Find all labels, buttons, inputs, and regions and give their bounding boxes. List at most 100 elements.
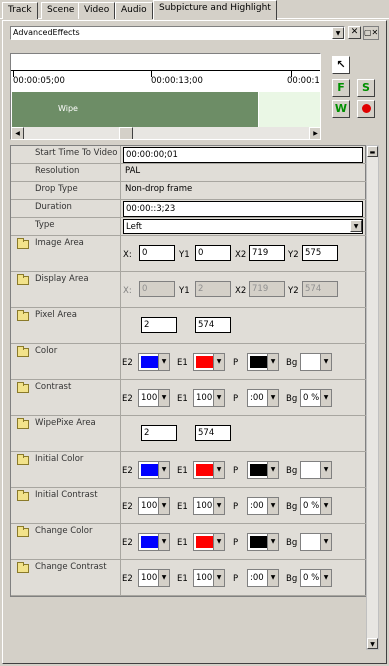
pixel-area-input-2[interactable]: 574: [195, 317, 231, 333]
chevron-down-icon[interactable]: ▼: [320, 354, 331, 370]
chevron-down-icon[interactable]: ▼: [213, 570, 224, 586]
chevron-down-icon[interactable]: ▼: [267, 354, 278, 370]
e2-color-picker[interactable]: ▼: [138, 461, 170, 479]
e1-color-picker[interactable]: ▼: [193, 353, 225, 371]
wipe-area-input-1[interactable]: 2: [141, 425, 177, 441]
e2-contrast-select[interactable]: 100 ▼: [138, 389, 170, 407]
chevron-down-icon[interactable]: ▼: [267, 570, 278, 586]
e2-contrast-select[interactable]: 100 ▼: [138, 497, 170, 515]
folder-icon[interactable]: [17, 490, 29, 501]
chevron-down-icon[interactable]: ▼: [158, 498, 169, 514]
scroll-up-icon[interactable]: ▬: [367, 146, 378, 157]
folder-icon[interactable]: [17, 526, 29, 537]
tab-scene[interactable]: Scene: [41, 2, 81, 19]
scroll-right-icon[interactable]: ▶: [309, 127, 320, 139]
pointer-tool-icon[interactable]: ↖: [332, 56, 350, 74]
e1-contrast-select[interactable]: 100 ▼: [193, 569, 225, 587]
chevron-down-icon[interactable]: ▼: [158, 570, 169, 586]
folder-icon[interactable]: [17, 562, 29, 573]
chevron-down-icon[interactable]: ▼: [213, 498, 224, 514]
bg-color-picker[interactable]: ▼: [300, 461, 332, 479]
chevron-down-icon[interactable]: ▼: [320, 462, 331, 478]
close-button[interactable]: ▢✕: [363, 26, 379, 40]
folder-icon[interactable]: [17, 274, 29, 285]
time-label: 00:00:05;00: [13, 76, 65, 86]
wipe-clip[interactable]: Wipe: [12, 92, 258, 127]
e1-color-picker[interactable]: ▼: [193, 461, 225, 479]
display-y1-input[interactable]: 2: [195, 281, 231, 297]
chevron-down-icon[interactable]: ▼: [267, 390, 278, 406]
scroll-left-icon[interactable]: ◀: [11, 127, 24, 139]
tab-audio[interactable]: Audio: [115, 2, 153, 19]
chevron-down-icon[interactable]: ▼: [320, 534, 331, 550]
s-tool-button[interactable]: S: [357, 79, 375, 97]
display-y2-input[interactable]: 574: [302, 281, 338, 297]
chevron-down-icon[interactable]: ▼: [213, 462, 224, 478]
chevron-down-icon[interactable]: ▼: [213, 390, 224, 406]
bg-color-picker[interactable]: ▼: [300, 353, 332, 371]
e2-color-picker[interactable]: ▼: [138, 533, 170, 551]
folder-icon[interactable]: [17, 346, 29, 357]
folder-icon[interactable]: [17, 418, 29, 429]
scroll-down-icon[interactable]: ▼: [367, 638, 378, 649]
effect-select[interactable]: AdvancedEffects ▼: [10, 26, 345, 40]
bg-contrast-select[interactable]: 0 % ▼: [300, 389, 332, 407]
chevron-down-icon[interactable]: ▼: [213, 534, 224, 550]
p-color-picker[interactable]: ▼: [247, 461, 279, 479]
chevron-down-icon[interactable]: ▼: [267, 534, 278, 550]
chevron-down-icon[interactable]: ▼: [320, 570, 331, 586]
bg-label: Bg: [286, 502, 298, 512]
row-initial-color: Initial Color E2 ▼ E1 ▼ P ▼ Bg ▼: [11, 452, 367, 488]
p-contrast-select[interactable]: :00 ▼: [247, 569, 279, 587]
record-icon[interactable]: [357, 100, 375, 118]
chevron-down-icon[interactable]: ▼: [320, 390, 331, 406]
folder-icon[interactable]: [17, 310, 29, 321]
duration-field[interactable]: 00:00::3;23: [123, 201, 363, 217]
timeline[interactable]: 00:00:05;00 00:00:13;00 00:00:1 Wipe ◀ ▶: [10, 53, 321, 140]
image-x-input[interactable]: 0: [139, 245, 175, 261]
e1-contrast-select[interactable]: 100 ▼: [193, 497, 225, 515]
e2-contrast-select[interactable]: 100 ▼: [138, 569, 170, 587]
bg-color-picker[interactable]: ▼: [300, 533, 332, 551]
tab-video[interactable]: Video: [78, 2, 116, 19]
bg-contrast-select[interactable]: 0 % ▼: [300, 569, 332, 587]
e1-color-picker[interactable]: ▼: [193, 533, 225, 551]
chevron-down-icon[interactable]: ▼: [158, 354, 169, 370]
image-x2-input[interactable]: 719: [249, 245, 285, 261]
chevron-down-icon[interactable]: ▼: [158, 534, 169, 550]
horizontal-scrollbar[interactable]: ◀ ▶: [11, 127, 320, 139]
chevron-down-icon[interactable]: ▼: [267, 462, 278, 478]
chevron-down-icon[interactable]: ▼: [158, 462, 169, 478]
folder-icon[interactable]: [17, 382, 29, 393]
start-time-field[interactable]: 00:00:00;01: [123, 147, 363, 163]
wipe-area-input-2[interactable]: 574: [195, 425, 231, 441]
type-select[interactable]: Left ▼: [123, 219, 363, 234]
pixel-area-input-1[interactable]: 2: [141, 317, 177, 333]
folder-icon[interactable]: [17, 454, 29, 465]
chevron-down-icon[interactable]: ▼: [332, 27, 344, 39]
e1-contrast-select[interactable]: 100 ▼: [193, 389, 225, 407]
tab-track[interactable]: Track: [2, 2, 38, 19]
delete-icon[interactable]: ✕: [348, 26, 361, 39]
chevron-down-icon[interactable]: ▼: [267, 498, 278, 514]
folder-icon[interactable]: [17, 238, 29, 249]
p-color-picker[interactable]: ▼: [247, 533, 279, 551]
bg-contrast-select[interactable]: 0 % ▼: [300, 497, 332, 515]
tab-subpicture-highlight[interactable]: Subpicture and Highlight: [153, 0, 277, 20]
display-x-input[interactable]: 0: [139, 281, 175, 297]
f-tool-button[interactable]: F: [332, 79, 350, 97]
vertical-scrollbar[interactable]: ▬ ▼: [366, 145, 379, 650]
image-y1-input[interactable]: 0: [195, 245, 231, 261]
p-color-picker[interactable]: ▼: [247, 353, 279, 371]
scroll-thumb[interactable]: [119, 127, 133, 139]
e2-color-picker[interactable]: ▼: [138, 353, 170, 371]
chevron-down-icon[interactable]: ▼: [350, 220, 362, 232]
chevron-down-icon[interactable]: ▼: [213, 354, 224, 370]
image-y2-input[interactable]: 575: [302, 245, 338, 261]
w-tool-button[interactable]: W: [332, 100, 350, 118]
chevron-down-icon[interactable]: ▼: [158, 390, 169, 406]
chevron-down-icon[interactable]: ▼: [320, 498, 331, 514]
p-contrast-select[interactable]: :00 ▼: [247, 497, 279, 515]
display-x2-input[interactable]: 719: [249, 281, 285, 297]
p-contrast-select[interactable]: :00 ▼: [247, 389, 279, 407]
